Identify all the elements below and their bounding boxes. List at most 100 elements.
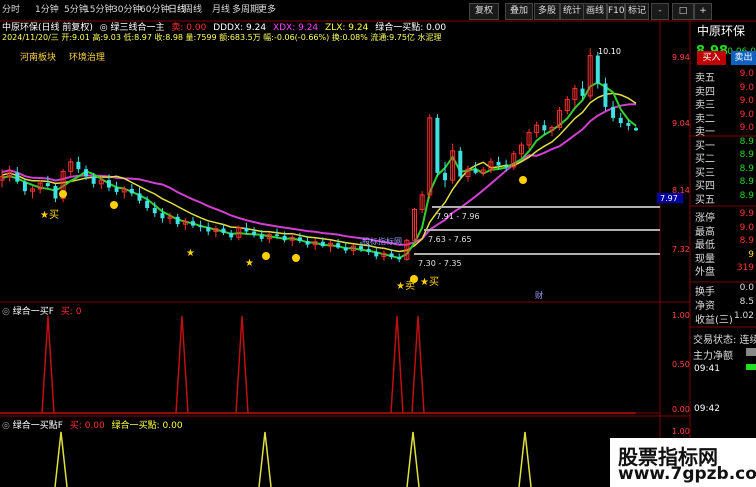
candle-body — [152, 208, 157, 214]
candle-body — [343, 247, 348, 251]
candle-body — [106, 180, 111, 188]
candle-body — [389, 253, 394, 258]
book-value: 9.0 — [739, 82, 754, 93]
candle-body — [542, 125, 547, 131]
settings-icon[interactable]: ◎ — [2, 421, 10, 431]
smiley-icon — [110, 201, 118, 209]
period-tab-5[interactable]: 60分钟 — [140, 0, 169, 21]
candle-body — [305, 241, 310, 245]
toolbar-button-6[interactable]: 标记 — [625, 3, 649, 20]
sell-button[interactable]: 卖出 — [731, 51, 756, 65]
smiley-icon — [59, 190, 67, 198]
toolbar-button-0[interactable]: 复权 — [469, 3, 499, 20]
book-value: 9 — [748, 249, 754, 260]
candle-body — [190, 221, 195, 226]
candle-body — [626, 123, 631, 126]
candle-body — [221, 228, 226, 233]
indicator2-spike — [54, 431, 68, 487]
indicator2-spike — [258, 431, 272, 487]
main-flow-label: 主力净额 — [693, 351, 733, 362]
period-tab-8[interactable]: 月线 — [212, 0, 230, 21]
toolbar-button-3[interactable]: 统计 — [560, 3, 584, 20]
indicator1-spike — [235, 315, 249, 414]
concept-tags: 河南板块 环境治理 — [20, 50, 105, 63]
book-value: 9.9 — [739, 209, 754, 219]
smiley-icon — [519, 176, 527, 184]
indicator1-value: 买: 0 — [60, 307, 82, 317]
candle-body — [504, 165, 509, 167]
buy-button[interactable]: 买入 — [697, 51, 726, 65]
toolbar-button-8[interactable]: □ — [672, 3, 694, 20]
book-label: 买五 — [695, 194, 715, 206]
candle-body — [496, 161, 501, 166]
candle-body — [297, 237, 302, 242]
book-value: 9.0 — [739, 69, 754, 79]
indicator2-tick: 1.00 — [672, 427, 690, 436]
indicator1-spike — [175, 315, 189, 414]
toolbar-button-7[interactable]: - — [651, 3, 669, 20]
period-tab-10[interactable]: 更多 — [258, 0, 276, 21]
toolbar-button-4[interactable]: 画线 — [583, 3, 607, 20]
candle-body — [76, 161, 81, 170]
candle-body — [53, 186, 58, 199]
candle-body — [580, 88, 585, 96]
candle-body — [229, 232, 234, 238]
price-tick: 9.04 — [672, 119, 690, 128]
candle-body — [259, 235, 264, 239]
period-tab-7[interactable]: 周线 — [184, 0, 202, 21]
toolbar-button-9[interactable]: + — [694, 3, 712, 20]
buy-star-icon: ★买 — [420, 276, 439, 288]
book-value: 0.0 — [739, 283, 754, 293]
candle-body — [336, 243, 341, 248]
indicator1-spike — [41, 315, 55, 414]
candle-body — [145, 200, 150, 209]
tag-env[interactable]: 环境治理 — [69, 53, 105, 63]
candle-body — [603, 83, 608, 107]
price-band-label: 7.91 - 7.96 — [436, 212, 480, 221]
candle-body — [114, 187, 119, 192]
candle-body — [595, 55, 600, 84]
candle-body — [160, 213, 165, 219]
toolbar-button-1[interactable]: 叠加 — [505, 3, 533, 20]
indicator1-spike — [411, 315, 425, 414]
bar-info-line: 2024/11/20/三 开:9.01 高:9.03 低:8.97 收:8.98… — [2, 33, 442, 42]
price-band-label: 7.30 - 7.35 — [418, 259, 462, 268]
candle-body — [252, 231, 257, 236]
period-tab-3[interactable]: 15分钟 — [84, 0, 113, 21]
indicator2-spike — [518, 431, 532, 487]
current-price-tag-text: 7.97 — [660, 194, 678, 203]
period-tab-1[interactable]: 1分钟 — [35, 0, 59, 21]
price-band-label: 7.63 - 7.65 — [428, 235, 472, 244]
candle-body — [137, 193, 142, 201]
period-tab-4[interactable]: 30分钟 — [112, 0, 141, 21]
price-tick: 7.32 — [672, 245, 690, 254]
candle-body — [634, 128, 638, 131]
flow-time-1: 09:41 — [694, 364, 720, 374]
period-tab-9[interactable]: 多周期 — [232, 0, 259, 21]
toolbar-button-5[interactable]: F10 — [607, 3, 625, 20]
finance-marker: 财 — [535, 290, 543, 300]
candle-body — [618, 117, 623, 124]
candle-body — [129, 188, 134, 194]
candle-body — [244, 227, 249, 232]
book-label: 换手 — [695, 287, 715, 298]
smiley-icon — [262, 252, 270, 260]
period-tab-0[interactable]: 分时 — [2, 0, 20, 21]
candle-body — [473, 169, 478, 173]
indicator2-value2: 绿合一买點: 0.00 — [111, 421, 183, 431]
book-value: 8.9 — [739, 190, 754, 201]
candle-body — [320, 241, 325, 247]
toolbar-button-2[interactable]: 多股 — [534, 3, 560, 20]
candle-body — [206, 227, 211, 232]
settings-icon[interactable]: ◎ — [2, 307, 10, 317]
candle-body — [175, 216, 180, 225]
book-label: 收益(三) — [695, 315, 733, 326]
candle-body — [374, 252, 379, 257]
trade-status: 交易状态: 连续 — [693, 335, 756, 346]
candle-body — [91, 176, 96, 184]
flow-bar — [746, 364, 756, 370]
candle-body — [22, 181, 27, 192]
candle-body — [84, 169, 89, 177]
kline-chart[interactable]: 9.949.048.147.327.977.91 - 7.967.63 - 7.… — [0, 0, 756, 487]
tag-henan[interactable]: 河南板块 — [20, 53, 56, 63]
